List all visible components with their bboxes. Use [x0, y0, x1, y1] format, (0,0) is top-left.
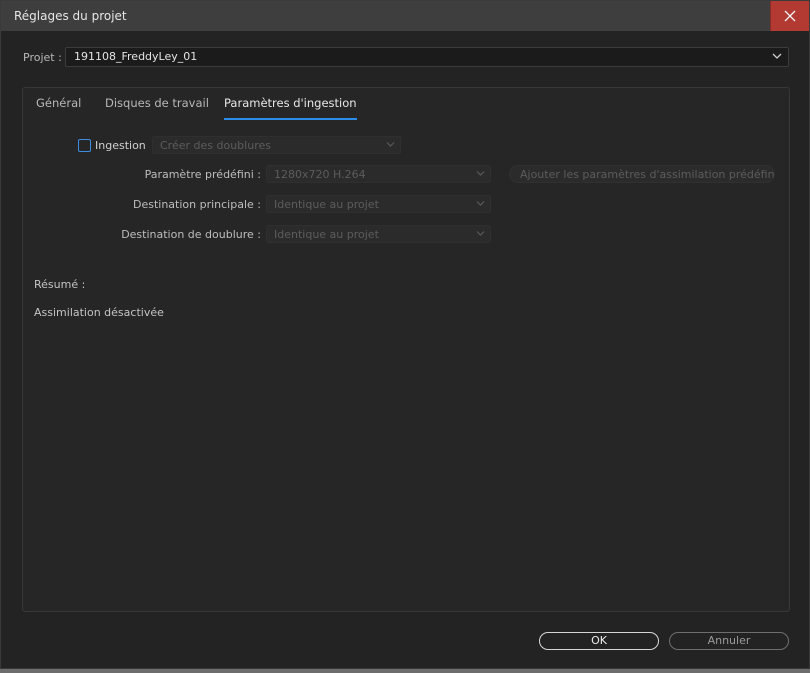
summary-label: Résumé :: [34, 278, 86, 291]
chevron-down-icon: [476, 171, 485, 176]
cancel-button[interactable]: Annuler: [669, 632, 789, 650]
tab-scratch-disks[interactable]: Disques de travail: [105, 96, 209, 110]
proxy-destination-value: Identique au projet: [274, 228, 379, 241]
active-tab-indicator: [224, 118, 357, 120]
chevron-down-icon: [386, 142, 395, 147]
window-title: Réglages du projet: [14, 9, 127, 23]
ingest-mode-value: Créer des doublures: [160, 139, 271, 152]
tab-ingest-settings-label: Paramètres d'ingestion: [224, 96, 357, 110]
settings-panel: Général Disques de travail Paramètres d'…: [22, 87, 790, 612]
project-label: Projet :: [23, 51, 62, 64]
close-button[interactable]: [770, 1, 809, 31]
proxy-destination-select[interactable]: Identique au projet: [266, 225, 491, 243]
primary-destination-value: Identique au projet: [274, 198, 379, 211]
primary-destination-select[interactable]: Identique au projet: [266, 195, 491, 213]
close-icon: [784, 10, 796, 22]
ingest-checkbox[interactable]: [78, 139, 91, 152]
title-bar[interactable]: Réglages du projet: [1, 1, 809, 31]
chevron-down-icon: [772, 53, 782, 59]
project-settings-dialog: Réglages du projet Projet : 191108_Fredd…: [0, 0, 810, 669]
ingest-mode-select[interactable]: Créer des doublures: [152, 136, 401, 154]
tab-ingest-settings[interactable]: Paramètres d'ingestion: [224, 96, 357, 120]
ingest-checkbox-label[interactable]: Ingestion: [95, 139, 146, 152]
proxy-destination-label: Destination de doublure :: [121, 228, 261, 241]
chevron-down-icon: [476, 201, 485, 206]
chevron-down-icon: [476, 231, 485, 236]
project-select[interactable]: 191108_FreddyLey_01: [65, 47, 789, 67]
preset-select[interactable]: 1280x720 H.264: [266, 165, 491, 183]
preset-label: Paramètre prédéfini :: [144, 168, 261, 181]
preset-value: 1280x720 H.264: [274, 168, 366, 181]
project-select-value: 191108_FreddyLey_01: [74, 50, 198, 63]
add-ingest-preset-button[interactable]: Ajouter les paramètres d'assimilation pr…: [509, 165, 775, 183]
summary-text: Assimilation désactivée: [34, 306, 164, 319]
tab-general[interactable]: Général: [36, 96, 81, 110]
ok-button[interactable]: OK: [539, 632, 659, 650]
primary-destination-label: Destination principale :: [132, 198, 261, 211]
